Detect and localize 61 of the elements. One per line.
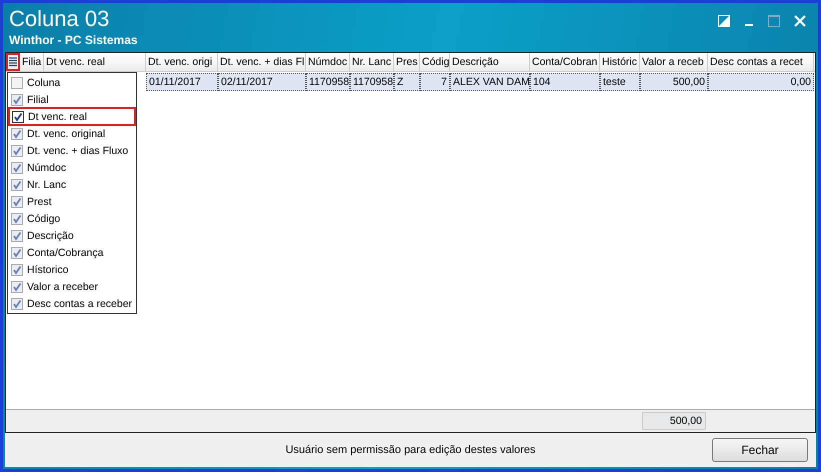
menu-item[interactable]: Coluna bbox=[8, 74, 136, 91]
menu-item[interactable]: Dt. venc. + dias Fluxo bbox=[8, 142, 136, 159]
total-value: 500,00 bbox=[642, 412, 706, 430]
checkbox[interactable] bbox=[12, 110, 24, 122]
column-header[interactable]: Númdoc bbox=[306, 53, 350, 71]
column-header[interactable]: Nr. Lanc bbox=[350, 53, 394, 71]
column-header[interactable]: Dt. venc. origi bbox=[146, 53, 218, 71]
menu-item[interactable]: Conta/Cobrança bbox=[8, 244, 136, 261]
table-cell[interactable]: 1170958 bbox=[350, 73, 394, 91]
table-cell[interactable]: 500,00 bbox=[640, 73, 708, 91]
column-header[interactable]: Desc contas a recet bbox=[708, 53, 814, 71]
menu-item[interactable]: Hístorico bbox=[8, 261, 136, 278]
table-cell[interactable]: 0,00 bbox=[708, 73, 814, 91]
column-header[interactable]: Valor a receb bbox=[640, 53, 708, 71]
checkbox[interactable] bbox=[11, 76, 23, 88]
checkbox[interactable] bbox=[11, 298, 23, 310]
table-cell[interactable]: 7 bbox=[420, 73, 450, 91]
menu-item[interactable]: Código bbox=[8, 210, 136, 227]
column-chooser-button[interactable] bbox=[6, 53, 20, 71]
checkbox[interactable] bbox=[11, 280, 23, 292]
table-cell[interactable]: 1170958 bbox=[306, 73, 350, 91]
checkbox[interactable] bbox=[11, 230, 23, 242]
table-cell[interactable]: 01/11/2017 bbox=[146, 73, 218, 91]
close-icon[interactable] bbox=[794, 15, 806, 27]
table-cell[interactable]: ALEX VAN DAM bbox=[450, 73, 530, 91]
checkbox[interactable] bbox=[11, 196, 23, 208]
checkbox[interactable] bbox=[11, 128, 23, 140]
menu-item[interactable]: Descrição bbox=[8, 227, 136, 244]
checkbox[interactable] bbox=[11, 144, 23, 156]
checkbox[interactable] bbox=[11, 94, 23, 106]
column-header[interactable]: Descrição bbox=[450, 53, 530, 71]
checkbox[interactable] bbox=[11, 212, 23, 224]
column-header[interactable]: Filia bbox=[20, 53, 44, 71]
table-cell[interactable]: 104 bbox=[530, 73, 600, 91]
checkbox[interactable] bbox=[11, 178, 23, 190]
table-cell[interactable]: 02/11/2017 bbox=[218, 73, 306, 91]
close-button[interactable]: Fechar bbox=[712, 438, 808, 462]
checkbox[interactable] bbox=[11, 162, 23, 174]
column-header[interactable]: Históric bbox=[600, 53, 640, 71]
checkbox[interactable] bbox=[11, 246, 23, 258]
menu-item[interactable]: Prest bbox=[8, 193, 136, 210]
column-header[interactable]: Pres bbox=[394, 53, 420, 71]
status-message: Usuário sem permissão para edição destes valores bbox=[285, 444, 536, 456]
menu-item[interactable]: Dt venc. real bbox=[8, 107, 136, 126]
column-header[interactable]: Códig bbox=[420, 53, 450, 71]
window-subtitle: Winthor - PC Sistemas bbox=[9, 33, 138, 47]
menu-item[interactable]: Nr. Lanc bbox=[8, 176, 136, 193]
column-header[interactable]: Dt. venc. + dias Fl bbox=[218, 53, 306, 71]
column-header[interactable]: Conta/Cobran bbox=[530, 53, 600, 71]
restore-icon[interactable] bbox=[718, 15, 730, 27]
menu-item[interactable]: Filial bbox=[8, 91, 136, 108]
menu-item[interactable]: Desc contas a receber bbox=[8, 295, 136, 312]
table-cell[interactable]: teste bbox=[600, 73, 640, 91]
window-title: Coluna 03 bbox=[9, 5, 110, 33]
menu-item[interactable]: Númdoc bbox=[8, 159, 136, 176]
table-cell[interactable]: Z bbox=[394, 73, 420, 91]
column-header[interactable]: Dt venc. real bbox=[44, 53, 146, 71]
list-icon bbox=[9, 57, 17, 67]
menu-item[interactable]: Valor a receber bbox=[8, 278, 136, 295]
menu-item[interactable]: Dt. venc. original bbox=[8, 125, 136, 142]
checkbox[interactable] bbox=[11, 264, 23, 276]
